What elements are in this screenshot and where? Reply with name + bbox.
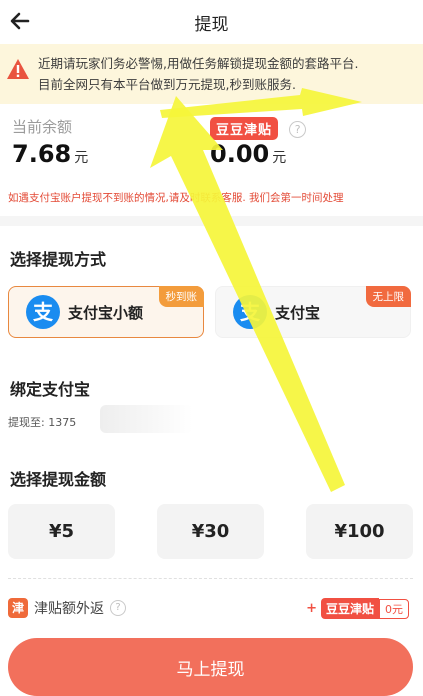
rebate-label: 津贴额外返 [34,601,104,617]
method-label: 支付宝小额 [68,303,144,322]
notice-line-1: 近期请玩家们务必警惕,用做任务解锁提现金额的套路平台. [38,56,359,71]
subsidy-value: 0.00 元 [210,140,286,168]
subsidy-badge: 豆豆津贴 [210,117,279,140]
bound-account: 提现至: 1375 [8,416,77,429]
notice-text: 近期请玩家们务必警惕,用做任务解锁提现金额的套路平台. 目前全网只有本平台做到万… [38,53,358,95]
amount-option-100[interactable]: ¥100 [306,504,413,559]
subsidy-amount: 0.00 [210,140,270,168]
rebate-value: 0元 [379,598,409,619]
unlimited-badge: 无上限 [365,286,411,307]
rebate-amount: + 豆豆津贴 0元 [306,598,409,619]
help-icon[interactable]: ? [289,121,307,138]
back-arrow-icon[interactable] [6,6,36,36]
balance-label: 当前余额 [12,118,73,136]
subsidy-badge: 豆豆津贴 [320,598,379,619]
header-bar: 提现 [0,0,423,44]
dashed-divider [8,578,413,579]
amount-option-30[interactable]: ¥30 [157,504,264,559]
subsidy-unit: 元 [272,150,287,166]
method-label: 支付宝 [275,303,321,322]
balance-amount: 7.68 [12,140,72,168]
method-alipay[interactable]: 支 支付宝 无上限 [215,286,411,338]
subsidy-header: 豆豆津贴 ? [210,117,307,140]
instant-badge: 秒到账 [158,286,204,307]
method-alipay-small[interactable]: 支 支付宝小额 秒到账 [8,286,204,338]
amount-option-5[interactable]: ¥5 [8,504,115,559]
page-title: 提现 [194,14,229,35]
bind-section-title: 绑定支付宝 [10,380,91,399]
balance-value: 7.68 元 [12,140,88,168]
warning-icon [7,59,29,79]
redacted-account-blur [100,405,193,433]
alipay-icon: 支 [26,295,60,329]
withdraw-button[interactable]: 马上提现 [8,638,413,696]
balance-unit: 元 [74,150,89,166]
subsidy-icon: 津 [8,598,28,618]
support-tip: 如遇支付宝账户提现不到账的情况,请及时联系客服. 我们会第一时间处理 [8,192,344,204]
help-icon[interactable]: ? [110,600,126,616]
alipay-icon: 支 [233,295,267,329]
subsidy-rebate-row: 津 津贴额外返 ? [8,598,126,618]
notice-line-2: 目前全网只有本平台做到万元提现,秒到账服务. [38,77,296,92]
amount-section-title: 选择提现金额 [10,470,107,489]
method-section-title: 选择提现方式 [10,250,107,269]
section-divider [0,216,423,226]
warning-notice: 近期请玩家们务必警惕,用做任务解锁提现金额的套路平台. 目前全网只有本平台做到万… [0,44,423,104]
plus-sign: + [306,601,317,616]
